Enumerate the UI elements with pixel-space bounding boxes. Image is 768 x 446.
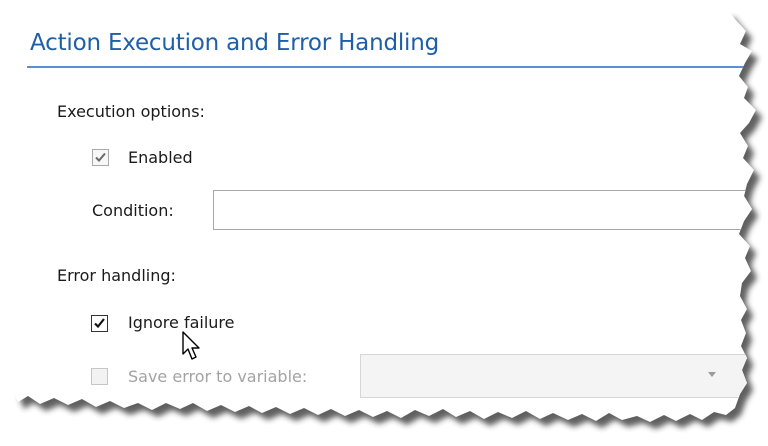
title-divider <box>27 66 757 68</box>
error-handling-heading: Error handling: <box>57 266 176 285</box>
settings-panel: Action Execution and Error Handling Exec… <box>0 0 768 446</box>
enabled-label: Enabled <box>128 148 193 167</box>
check-icon <box>93 317 106 330</box>
error-variable-dropdown[interactable] <box>360 354 768 398</box>
screenshot-stage: Action Execution and Error Handling Exec… <box>0 0 768 446</box>
save-error-checkbox[interactable] <box>91 368 108 385</box>
condition-label: Condition: <box>92 201 174 220</box>
execution-options-heading: Execution options: <box>57 102 205 121</box>
section-title: Action Execution and Error Handling <box>30 30 439 56</box>
mouse-pointer-icon <box>181 330 207 364</box>
condition-input[interactable] <box>213 190 768 230</box>
ignore-failure-checkbox[interactable] <box>91 315 108 332</box>
check-icon <box>94 151 107 164</box>
save-error-label: Save error to variable: <box>128 367 308 386</box>
chevron-down-icon[interactable] <box>708 372 716 377</box>
enabled-checkbox[interactable] <box>92 149 109 166</box>
